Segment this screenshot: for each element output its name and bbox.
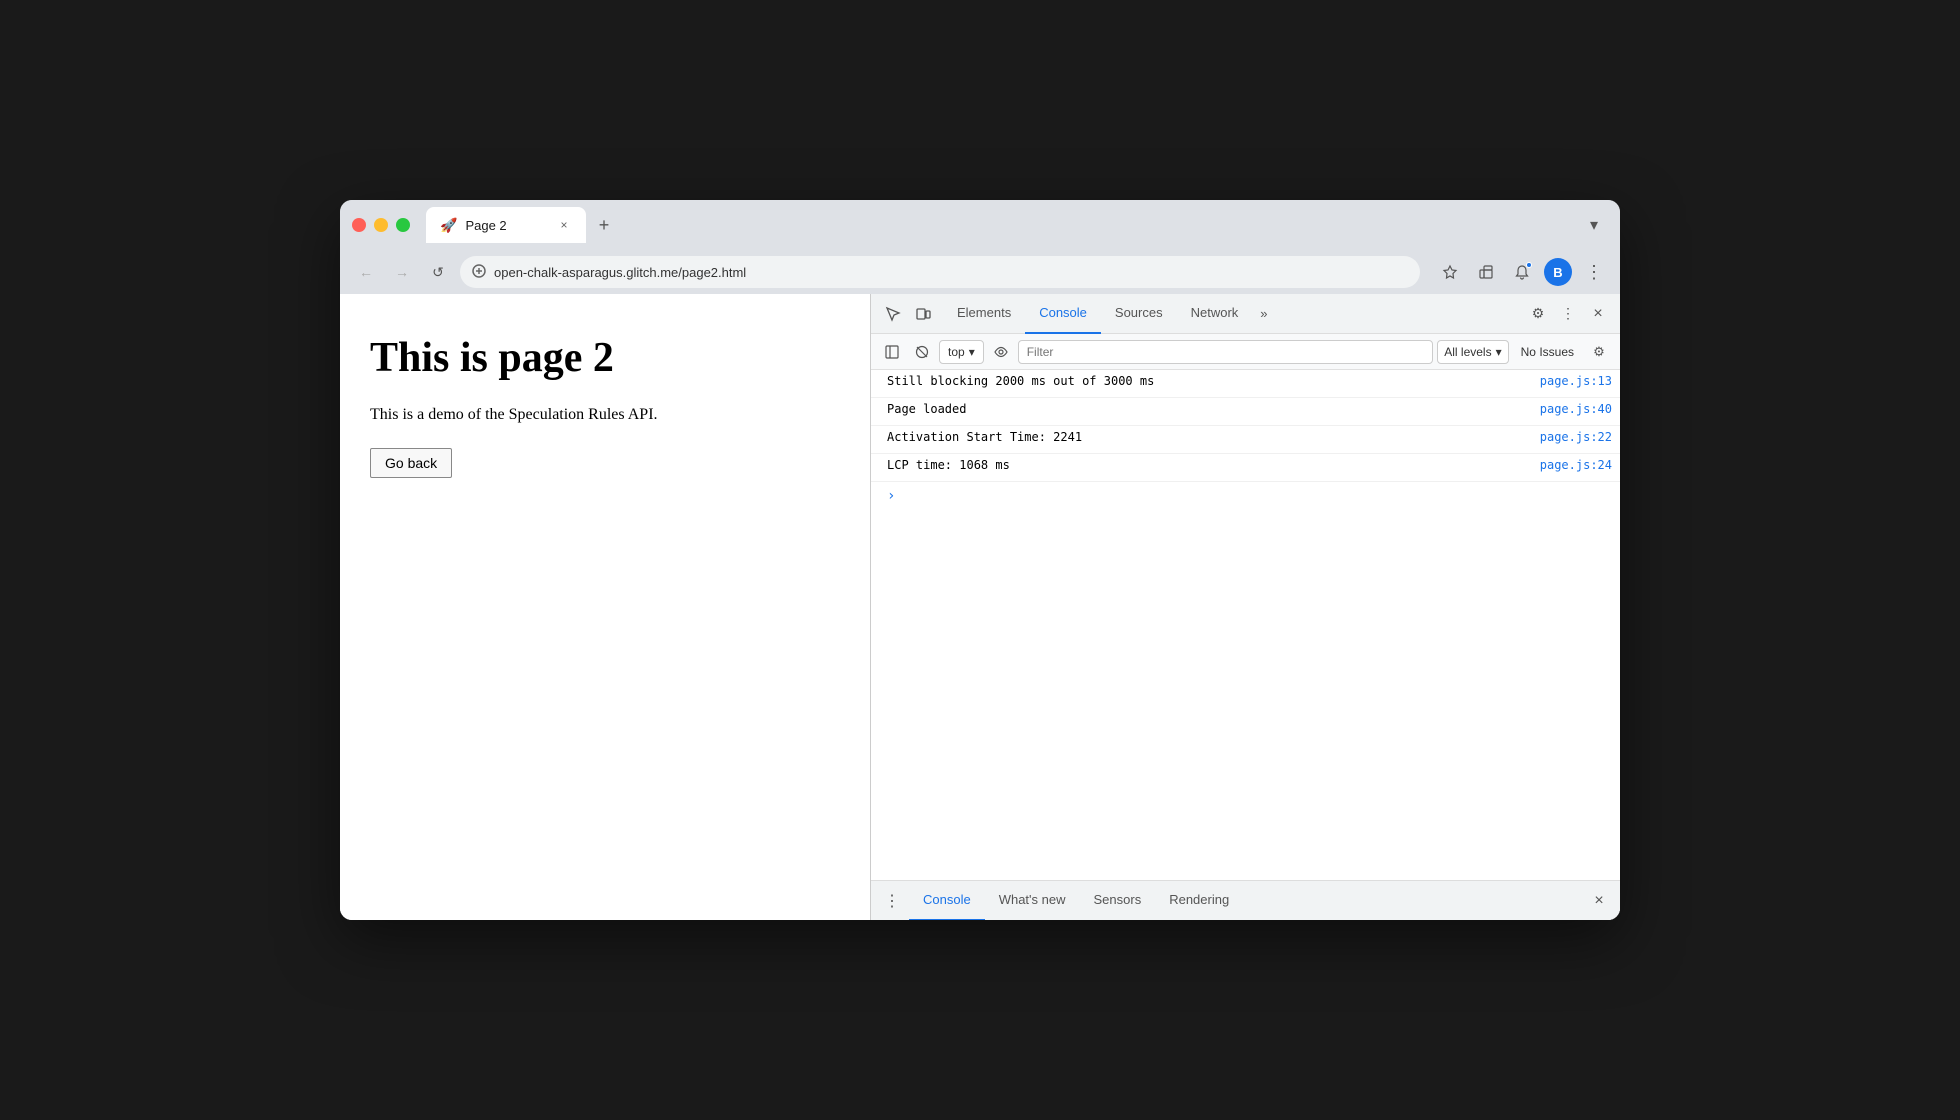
tab-title: Page 2 [465, 218, 548, 233]
devtools-panel: Elements Console Sources Network » ⚙ ⋮ × [870, 294, 1620, 920]
log-source-3[interactable]: page.js:24 [1540, 458, 1612, 472]
url-bar[interactable]: open-chalk-asparagus.glitch.me/page2.htm… [460, 256, 1420, 288]
profile-button[interactable]: B [1544, 258, 1572, 286]
traffic-lights [352, 218, 410, 232]
console-filter-input[interactable] [1018, 340, 1434, 364]
log-entry-3: LCP time: 1068 ms page.js:24 [871, 454, 1620, 482]
drawer-tabs: Console What's new Sensors Rendering [909, 881, 1586, 921]
tab-network[interactable]: Network [1177, 294, 1253, 334]
drawer-tab-rendering[interactable]: Rendering [1155, 881, 1243, 921]
page-description: This is a demo of the Speculation Rules … [370, 406, 840, 424]
maximize-traffic-light[interactable] [396, 218, 410, 232]
tab-dropdown-button[interactable]: ▾ [1580, 211, 1608, 239]
log-message-3: LCP time: 1068 ms [887, 458, 1540, 472]
browser-window: 🚀 Page 2 × + ▾ ← → ↺ open-chalk-asparagu… [340, 200, 1620, 920]
log-source-1[interactable]: page.js:40 [1540, 402, 1612, 416]
url-text: open-chalk-asparagus.glitch.me/page2.htm… [494, 265, 1408, 280]
drawer-close-button[interactable]: × [1586, 888, 1612, 914]
title-bar: 🚀 Page 2 × + ▾ [340, 200, 1620, 250]
all-levels-arrow: ▾ [1496, 345, 1502, 359]
console-chevron-icon: › [887, 488, 895, 504]
devtools-toolbar: Elements Console Sources Network » ⚙ ⋮ × [871, 294, 1620, 334]
all-levels-label: All levels [1444, 345, 1491, 359]
no-issues-label: No Issues [1513, 345, 1582, 359]
url-actions: B ⋮ [1436, 258, 1608, 286]
tab-sources[interactable]: Sources [1101, 294, 1177, 334]
log-message-0: Still blocking 2000 ms out of 3000 ms [887, 374, 1540, 388]
tab-bar: 🚀 Page 2 × + [426, 207, 1572, 243]
new-tab-button[interactable]: + [590, 211, 618, 239]
console-output: Still blocking 2000 ms out of 3000 ms pa… [871, 370, 1620, 880]
drawer-tab-whats-new[interactable]: What's new [985, 881, 1080, 921]
devtools-settings-button[interactable]: ⚙ [1524, 300, 1552, 328]
drawer-tab-console[interactable]: Console [909, 881, 985, 921]
console-context-arrow: ▾ [969, 345, 975, 359]
active-tab[interactable]: 🚀 Page 2 × [426, 207, 586, 243]
bookmark-button[interactable] [1436, 258, 1464, 286]
reload-button[interactable]: ↺ [424, 258, 452, 286]
drawer-tab-sensors[interactable]: Sensors [1080, 881, 1156, 921]
page-content: This is page 2 This is a demo of the Spe… [340, 294, 870, 920]
log-message-2: Activation Start Time: 2241 [887, 430, 1540, 444]
all-levels-selector[interactable]: All levels ▾ [1437, 340, 1508, 364]
devtools-drawer: ⋮ Console What's new Sensors Rendering [871, 880, 1620, 920]
console-clear-button[interactable] [909, 339, 935, 365]
tab-elements[interactable]: Elements [943, 294, 1025, 334]
device-mode-button[interactable] [909, 300, 937, 328]
log-source-0[interactable]: page.js:13 [1540, 374, 1612, 388]
address-bar: ← → ↺ open-chalk-asparagus.glitch.me/pag… [340, 250, 1620, 294]
console-prompt-line: › [871, 482, 1620, 510]
console-sidebar-button[interactable] [879, 339, 905, 365]
devtools-close-button[interactable]: × [1584, 300, 1612, 328]
extension-button[interactable] [1472, 258, 1500, 286]
inspect-element-button[interactable] [879, 300, 907, 328]
notifications-button[interactable] [1508, 258, 1536, 286]
log-source-2[interactable]: page.js:22 [1540, 430, 1612, 444]
log-message-1: Page loaded [887, 402, 1540, 416]
tab-favicon: 🚀 [440, 217, 457, 234]
browser-menu-button[interactable]: ⋮ [1580, 258, 1608, 286]
forward-button[interactable]: → [388, 258, 416, 286]
console-context-label: top [948, 345, 965, 359]
close-traffic-light[interactable] [352, 218, 366, 232]
console-context-selector[interactable]: top ▾ [939, 340, 984, 364]
minimize-traffic-light[interactable] [374, 218, 388, 232]
browser-content: This is page 2 This is a demo of the Spe… [340, 294, 1620, 920]
devtools-tabs: Elements Console Sources Network » [943, 294, 1522, 334]
tab-console[interactable]: Console [1025, 294, 1101, 334]
console-toolbar: top ▾ All levels ▾ No Issues ⚙ [871, 334, 1620, 370]
back-button[interactable]: ← [352, 258, 380, 286]
log-entry-1: Page loaded page.js:40 [871, 398, 1620, 426]
log-entry-2: Activation Start Time: 2241 page.js:22 [871, 426, 1620, 454]
console-settings-button[interactable]: ⚙ [1586, 339, 1612, 365]
tab-close-button[interactable]: × [556, 217, 572, 233]
devtools-more-tabs[interactable]: » [1252, 306, 1275, 321]
drawer-menu-button[interactable]: ⋮ [879, 888, 905, 914]
page-title: This is page 2 [370, 334, 840, 382]
devtools-more-options[interactable]: ⋮ [1554, 300, 1582, 328]
log-entry-0: Still blocking 2000 ms out of 3000 ms pa… [871, 370, 1620, 398]
go-back-button[interactable]: Go back [370, 448, 452, 478]
security-icon [472, 264, 486, 281]
console-eye-button[interactable] [988, 339, 1014, 365]
